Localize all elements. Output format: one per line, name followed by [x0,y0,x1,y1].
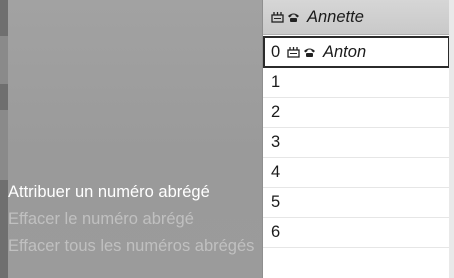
left-border [0,0,8,278]
speed-dial-index: 0 [271,42,281,61]
phone-icon [304,48,315,57]
phone-icon [288,13,299,22]
speed-dial-index: 3 [271,133,281,151]
list-row[interactable]: 5 [263,188,450,218]
left-border-accent [0,110,8,180]
speed-dial-index: 2 [271,103,281,121]
list-row-selected[interactable]: 0 Anton [263,36,450,68]
right-edge [449,0,454,278]
speed-dial-index: 4 [271,163,281,181]
menu-item-assign-speed-dial[interactable]: Attribuer un numéro abrégé [8,180,262,204]
list-row[interactable]: 6 [263,218,450,248]
list-row[interactable]: 1 [263,68,450,98]
list-header-contact[interactable]: Annette [263,0,450,35]
list-row[interactable]: 4 [263,158,450,188]
contact-name: Anton [323,42,367,61]
speed-dial-list: Annette 0 Anton 1 2 3 4 5 6 [262,0,450,278]
left-border-accent [0,36,8,84]
phonebook-icon [271,12,284,23]
phonebook-icon [287,47,300,58]
speed-dial-screen: Attribuer un numéro abrégé Effacer le nu… [0,0,454,278]
speed-dial-index: 6 [271,223,281,241]
list-row[interactable]: 3 [263,128,450,158]
menu-item-delete-all-speed-dials[interactable]: Effacer tous les numéros abrégés [8,234,262,258]
speed-dial-index: 1 [271,73,281,91]
contact-name: Annette [307,7,364,26]
menu-item-delete-speed-dial[interactable]: Effacer le numéro abrégé [8,207,262,231]
options-menu: Attribuer un numéro abrégé Effacer le nu… [8,0,262,278]
speed-dial-index: 5 [271,193,281,211]
list-row[interactable]: 2 [263,98,450,128]
